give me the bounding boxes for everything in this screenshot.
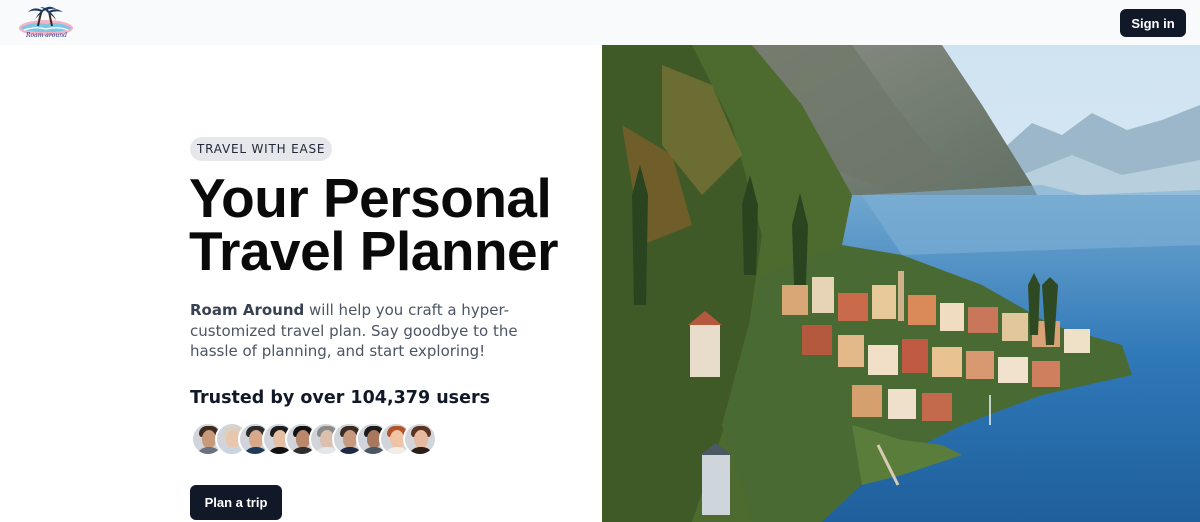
title-line-2: Travel Planner [189, 220, 559, 282]
hero-description: Roam Around will help you craft a hyper-… [190, 300, 570, 362]
avatar-face [413, 430, 428, 448]
sign-in-button[interactable]: Sign in [1120, 9, 1186, 37]
avatar-body [407, 447, 434, 454]
avatar-face [296, 430, 310, 448]
avatar-face [343, 430, 357, 448]
user-avatar [402, 422, 437, 456]
avatar-face [249, 430, 263, 448]
avatar-face [390, 430, 404, 448]
user-avatars [191, 422, 437, 456]
logo-text: Roam around [26, 32, 67, 39]
title-line-1: Your Personal [189, 167, 552, 229]
brand-name: Roam Around [190, 301, 305, 319]
lake-landscape-illustration [602, 45, 1200, 522]
trusted-users-text: Trusted by over 104,379 users [190, 388, 491, 408]
avatar-face [202, 430, 216, 448]
top-navbar: Roam around Sign in [0, 0, 1200, 45]
page-title: Your Personal Travel Planner [189, 167, 589, 282]
plan-a-trip-button[interactable]: Plan a trip [190, 485, 282, 520]
lake-village-hero-image [602, 45, 1200, 522]
travel-badge: TRAVEL WITH EASE [190, 137, 333, 161]
